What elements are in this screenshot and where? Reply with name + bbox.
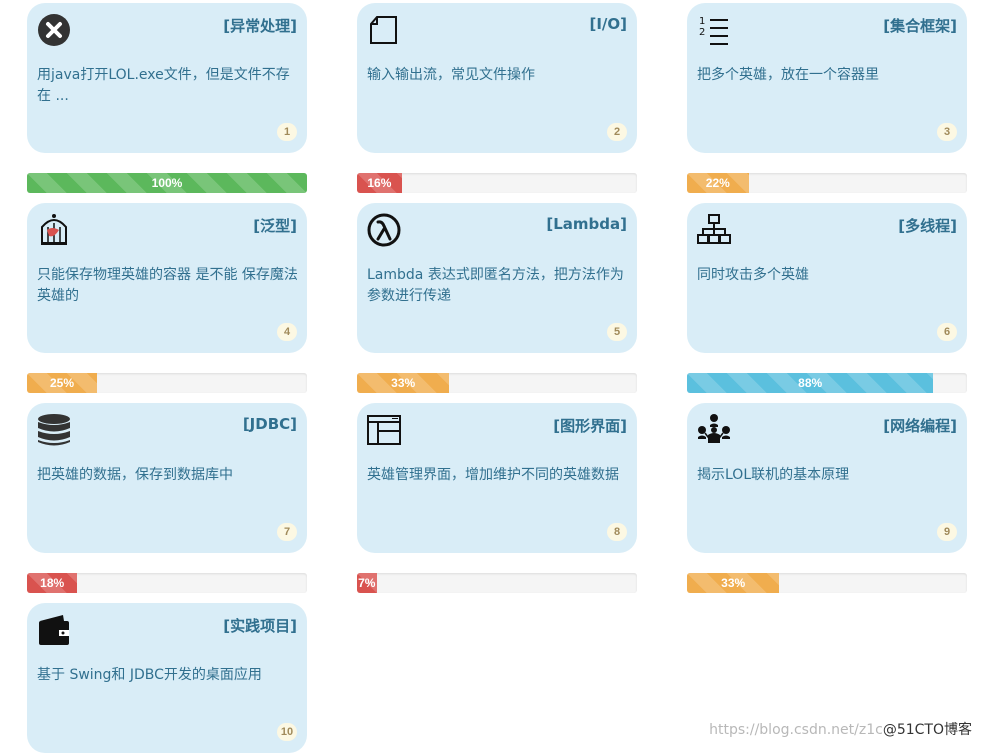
- card-description: 基于 Swing和 JDBC开发的桌面应用: [37, 667, 262, 683]
- card-number-badge: 9: [937, 523, 957, 541]
- card-description: 英雄管理界面，增加维护不同的英雄数据: [367, 467, 619, 483]
- card-title[interactable]: [Lambda]: [546, 215, 627, 233]
- card-description: 把英雄的数据，保存到数据库中: [37, 467, 233, 483]
- card-number-badge: 1: [277, 123, 297, 141]
- card-title[interactable]: [I/O]: [589, 15, 627, 33]
- lesson-card[interactable]: [I/O] 输入输出流，常见文件操作 2: [357, 3, 637, 153]
- lesson-card[interactable]: [图形界面] 英雄管理界面，增加维护不同的英雄数据 8: [357, 403, 637, 553]
- card-description: 输入输出流，常见文件操作: [367, 67, 535, 83]
- lesson-card[interactable]: [JDBC] 把英雄的数据，保存到数据库中 7: [27, 403, 307, 553]
- wallet-icon: [37, 613, 71, 647]
- card-number-badge: 2: [607, 123, 627, 141]
- watermark: https://blog.csdn.net/z1c@51CTO博客: [709, 719, 972, 739]
- lambda-icon: [367, 213, 401, 247]
- card-title[interactable]: [网络编程]: [883, 415, 957, 436]
- lesson-card[interactable]: [多线程] 同时攻击多个英雄 6: [687, 203, 967, 353]
- progress-bar: 25%: [27, 373, 97, 393]
- progress-bar: 100%: [27, 173, 307, 193]
- watermark-brand: @51CTO博客: [882, 722, 972, 738]
- svg-text:2: 2: [699, 27, 705, 38]
- card-title[interactable]: [集合框架]: [883, 15, 957, 36]
- card-title[interactable]: [图形界面]: [553, 415, 627, 436]
- progress-bar: 33%: [687, 573, 780, 593]
- sitemap-icon: [697, 213, 731, 247]
- progress-bar: 18%: [27, 573, 78, 593]
- file-icon: [367, 13, 401, 47]
- watermark-url: https://blog.csdn.net/z1c: [709, 722, 883, 738]
- card-title[interactable]: [JDBC]: [243, 415, 297, 433]
- network-people-icon: [697, 413, 731, 447]
- close-circle-icon: [37, 13, 71, 47]
- progress-track: 88%: [687, 373, 967, 393]
- window-layout-icon: [367, 413, 401, 447]
- card-number-badge: 8: [607, 523, 627, 541]
- lesson-card[interactable]: [泛型] 只能保存物理英雄的容器 是不能 保存魔法英雄的 4: [27, 203, 307, 353]
- birdcage-icon: [37, 213, 71, 247]
- lesson-card[interactable]: [Lambda] Lambda 表达式即匿名方法，把方法作为参数进行传递 5: [357, 203, 637, 353]
- progress-track: 22%: [687, 173, 967, 193]
- database-icon: [37, 413, 71, 447]
- progress-bar: 33%: [357, 373, 450, 393]
- card-title[interactable]: [多线程]: [898, 215, 957, 236]
- lesson-card[interactable]: [异常处理] 用java打开LOL.exe文件，但是文件不存在 ... 1: [27, 3, 307, 153]
- progress-bar: 88%: [687, 373, 934, 393]
- card-number-badge: 5: [607, 323, 627, 341]
- card-description: 把多个英雄，放在一个容器里: [697, 67, 879, 83]
- card-description: 用java打开LOL.exe文件，但是文件不存在 ...: [37, 67, 290, 104]
- card-title[interactable]: [泛型]: [253, 215, 297, 236]
- lesson-card[interactable]: [实践项目] 基于 Swing和 JDBC开发的桌面应用 10: [27, 603, 307, 753]
- progress-track: 18%: [27, 573, 307, 593]
- svg-text:1: 1: [699, 16, 705, 27]
- card-number-badge: 10: [277, 723, 297, 741]
- lesson-grid: [异常处理] 用java打开LOL.exe文件，但是文件不存在 ... 1 100% […: [0, 0, 982, 753]
- progress-track: 25%: [27, 373, 307, 393]
- lesson-card[interactable]: [网络编程] 揭示LOL联机的基本原理 9: [687, 403, 967, 553]
- card-number-badge: 6: [937, 323, 957, 341]
- progress-track: 16%: [357, 173, 637, 193]
- progress-track: 33%: [357, 373, 637, 393]
- card-title[interactable]: [实践项目]: [223, 615, 297, 636]
- card-title[interactable]: [异常处理]: [223, 15, 297, 36]
- progress-track: 100%: [27, 173, 307, 193]
- card-description: Lambda 表达式即匿名方法，把方法作为参数进行传递: [367, 267, 624, 304]
- ordered-list-icon: 12: [697, 13, 731, 47]
- progress-track: 7%: [357, 573, 637, 593]
- card-number-badge: 7: [277, 523, 297, 541]
- card-description: 只能保存物理英雄的容器 是不能 保存魔法英雄的: [37, 267, 298, 304]
- progress-bar: 22%: [687, 173, 749, 193]
- card-number-badge: 4: [277, 323, 297, 341]
- lesson-card[interactable]: 1 2 [集合框架] 把多个英雄，放在一个容器里 3: [687, 3, 967, 153]
- progress-bar: 7%: [357, 573, 377, 593]
- card-description: 揭示LOL联机的基本原理: [697, 467, 850, 483]
- card-description: 同时攻击多个英雄: [697, 267, 809, 283]
- card-number-badge: 3: [937, 123, 957, 141]
- progress-track: 33%: [687, 573, 967, 593]
- progress-bar: 16%: [357, 173, 402, 193]
